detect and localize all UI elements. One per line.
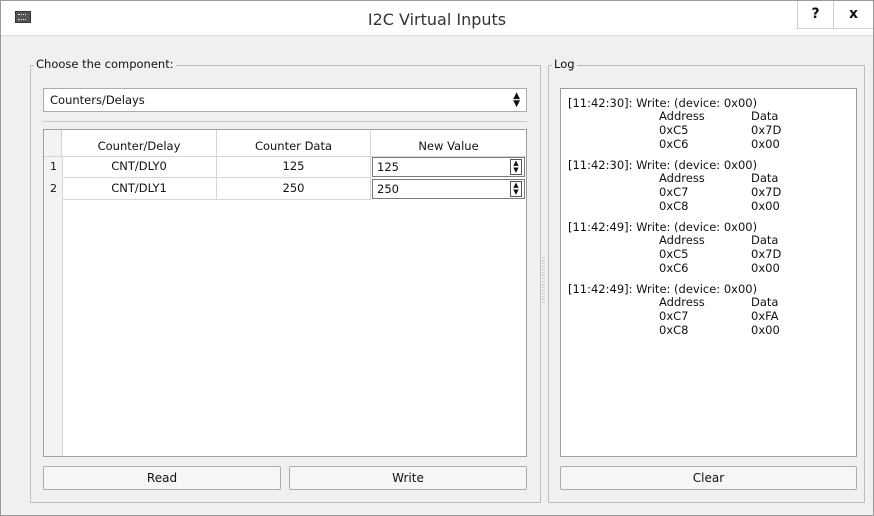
log-data: 0x7D: [751, 247, 782, 261]
column-header-counter-delay[interactable]: Counter/Delay: [62, 130, 217, 156]
component-select-value: Counters/Delays: [50, 93, 145, 107]
log-entry-head: [11:42:30]: Write: (device: 0x00): [568, 96, 758, 110]
log-content: [11:42:30]: Write: (device: 0x00) Addres…: [561, 96, 856, 344]
window-title: I2C Virtual Inputs: [367, 10, 507, 29]
component-groupbox-label: Choose the component:: [34, 57, 176, 71]
log-data: 0x00: [751, 323, 780, 337]
component-select[interactable]: Counters/Delays ▲ ▼: [43, 88, 527, 112]
log-header-address: Address: [659, 295, 705, 309]
clear-button[interactable]: Clear: [560, 466, 857, 490]
spin-arrows-icon[interactable]: ▲ ▼: [510, 159, 522, 175]
column-header-new-value[interactable]: New Value: [371, 130, 526, 156]
new-value-spinbox[interactable]: 125 ▲ ▼: [372, 157, 525, 177]
log-header-data: Data: [751, 109, 779, 123]
log-entry-head: [11:42:49]: Write: (device: 0x00): [568, 282, 758, 296]
counter-name-cell[interactable]: CNT/DLY0: [62, 156, 217, 178]
log-address: 0xC8: [659, 323, 689, 337]
spin-arrows-icon[interactable]: ▲ ▼: [510, 181, 522, 197]
log-textarea[interactable]: [11:42:30]: Write: (device: 0x00) Addres…: [560, 88, 857, 457]
separator-line: [43, 121, 527, 122]
table-row: 2 CNT/DLY1 250 250 ▲ ▼: [44, 178, 526, 200]
log-address: 0xC7: [659, 309, 689, 323]
counter-data-cell[interactable]: 125: [217, 156, 371, 178]
table-header: Counter/Delay Counter Data New Value: [44, 130, 526, 157]
column-header-counter-data[interactable]: Counter Data: [217, 130, 371, 156]
close-button[interactable]: x: [833, 1, 873, 29]
log-entry-head: [11:42:30]: Write: (device: 0x00): [568, 158, 758, 172]
log-entry: [11:42:49]: Write: (device: 0x00) Addres…: [561, 220, 856, 282]
help-button[interactable]: ?: [797, 1, 833, 29]
log-data: 0x00: [751, 137, 780, 151]
log-data: 0x00: [751, 199, 780, 213]
log-header-data: Data: [751, 171, 779, 185]
log-header-address: Address: [659, 233, 705, 247]
log-header-data: Data: [751, 295, 779, 309]
counters-table: Counter/Delay Counter Data New Value 1 C…: [43, 129, 527, 457]
log-address: 0xC5: [659, 123, 689, 137]
row-number: 1: [50, 160, 57, 173]
log-address: 0xC6: [659, 137, 689, 151]
log-entry-head: [11:42:49]: Write: (device: 0x00): [568, 220, 758, 234]
log-address: 0xC5: [659, 247, 689, 261]
log-header-address: Address: [659, 109, 705, 123]
log-data: 0x7D: [751, 123, 782, 137]
log-header-data: Data: [751, 233, 779, 247]
corner-cell: [44, 130, 62, 156]
counter-data-cell[interactable]: 250: [217, 178, 371, 200]
i2c-virtual-inputs-window: I2C Virtual Inputs ? x Choose the compon…: [0, 0, 874, 516]
row-number: 2: [50, 182, 57, 195]
log-data: 0xFA: [751, 309, 779, 323]
read-button[interactable]: Read: [43, 466, 281, 490]
splitter-handle[interactable]: [542, 257, 545, 303]
log-address: 0xC6: [659, 261, 689, 275]
write-button[interactable]: Write: [289, 466, 527, 490]
table-row: 1 CNT/DLY0 125 125 ▲ ▼: [44, 156, 526, 178]
new-value-text: 250: [377, 182, 399, 196]
updown-arrows-icon: ▲ ▼: [513, 91, 520, 109]
log-entry: [11:42:30]: Write: (device: 0x00) Addres…: [561, 96, 856, 158]
log-groupbox-label: Log: [552, 57, 577, 71]
log-data: 0x00: [751, 261, 780, 275]
log-address: 0xC7: [659, 185, 689, 199]
log-data: 0x7D: [751, 185, 782, 199]
log-entry: [11:42:49]: Write: (device: 0x00) Addres…: [561, 282, 856, 344]
log-entry: [11:42:30]: Write: (device: 0x00) Addres…: [561, 158, 856, 220]
new-value-spinbox[interactable]: 250 ▲ ▼: [372, 179, 525, 199]
counter-name-cell[interactable]: CNT/DLY1: [62, 178, 217, 200]
new-value-text: 125: [377, 160, 399, 174]
title-bar: I2C Virtual Inputs ? x: [1, 1, 873, 36]
log-address: 0xC8: [659, 199, 689, 213]
log-header-address: Address: [659, 171, 705, 185]
